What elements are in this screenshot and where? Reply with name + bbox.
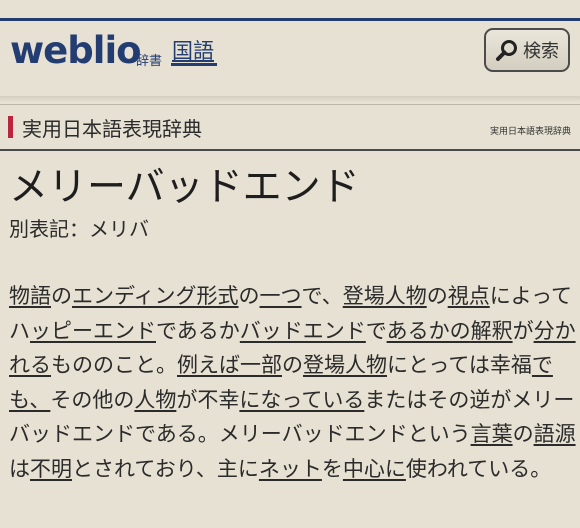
glossary-link[interactable]: あるかの [387, 319, 471, 343]
tab-kokugo[interactable]: 国語 [172, 35, 214, 65]
glossary-link[interactable]: 人物 [134, 388, 176, 412]
search-button[interactable]: 検索 [484, 28, 570, 72]
glossary-link[interactable]: 一つ [260, 284, 302, 308]
section-marker [8, 116, 13, 138]
site-header: weblio 辞書 国語 検索 [0, 21, 580, 99]
glossary-link[interactable]: 視点 [448, 284, 490, 308]
glossary-link[interactable]: バッドエンド [240, 319, 366, 343]
entry-headword: メリーバッドエンド [9, 165, 360, 210]
glossary-link[interactable]: 登場人物 [303, 353, 387, 377]
glossary-link[interactable]: 一部 [240, 353, 282, 377]
glossary-link[interactable]: 例えば [177, 353, 240, 377]
glossary-link[interactable]: 不明 [30, 457, 72, 481]
search-button-label: 検索 [523, 41, 559, 62]
magnifier-icon [496, 40, 517, 61]
weblio-logo[interactable]: weblio [10, 29, 142, 72]
dictionary-title[interactable]: 実用日本語表現辞典 [22, 113, 202, 142]
glossary-link[interactable]: 言葉 [471, 422, 513, 446]
divider [0, 104, 580, 105]
definition-text: にとっては幸福 [387, 353, 532, 377]
definition-text: を [321, 456, 343, 481]
definition-text: もののこと。 [51, 353, 177, 377]
definition-text: であるか [156, 318, 240, 343]
definition-text: が不幸 [176, 387, 240, 412]
definition-text: で [365, 318, 387, 343]
dictionary-source-label: 実用日本語表現辞典 [489, 127, 571, 137]
definition-text: の [51, 284, 72, 308]
definition-text: の [512, 422, 534, 446]
glossary-link[interactable]: 登場人物 [343, 284, 427, 308]
alternate-notation: 別表記：メリバ [9, 217, 149, 241]
definition-text: その他の [50, 387, 135, 412]
definition-text: とされており、主に [72, 456, 259, 481]
glossary-link[interactable]: ッピーエンド [30, 319, 156, 343]
logo-subtitle: 辞書 [136, 54, 163, 69]
tab-active-underline [171, 63, 217, 66]
definition-text: は [9, 456, 30, 481]
definition-text: の [282, 353, 303, 377]
glossary-link[interactable]: 中心に [343, 457, 406, 481]
definition-text: で、 [301, 284, 343, 308]
glossary-link[interactable]: 物語 [9, 284, 51, 308]
dictionary-section-header: 実用日本語表現辞典 実用日本語表現辞典 [0, 106, 580, 148]
definition-text: の [426, 284, 448, 308]
glossary-link[interactable]: エンディング [72, 284, 197, 308]
glossary-link[interactable]: 語源 [534, 422, 576, 446]
glossary-link[interactable]: になっている [239, 388, 364, 412]
glossary-link[interactable]: ネット [259, 457, 322, 481]
definition-text: の [238, 284, 260, 308]
definition-text: 使われている。 [405, 456, 552, 481]
glossary-link[interactable]: 形式 [197, 284, 239, 308]
header-shadow [0, 96, 580, 102]
glossary-link[interactable]: 解釈 [471, 319, 513, 343]
entry-definition: 物語のエンディング形式の一つで、登場人物の視点によってハッピーエンドであるかバッ… [9, 279, 579, 486]
section-divider [0, 149, 580, 151]
definition-text: が [512, 318, 534, 343]
